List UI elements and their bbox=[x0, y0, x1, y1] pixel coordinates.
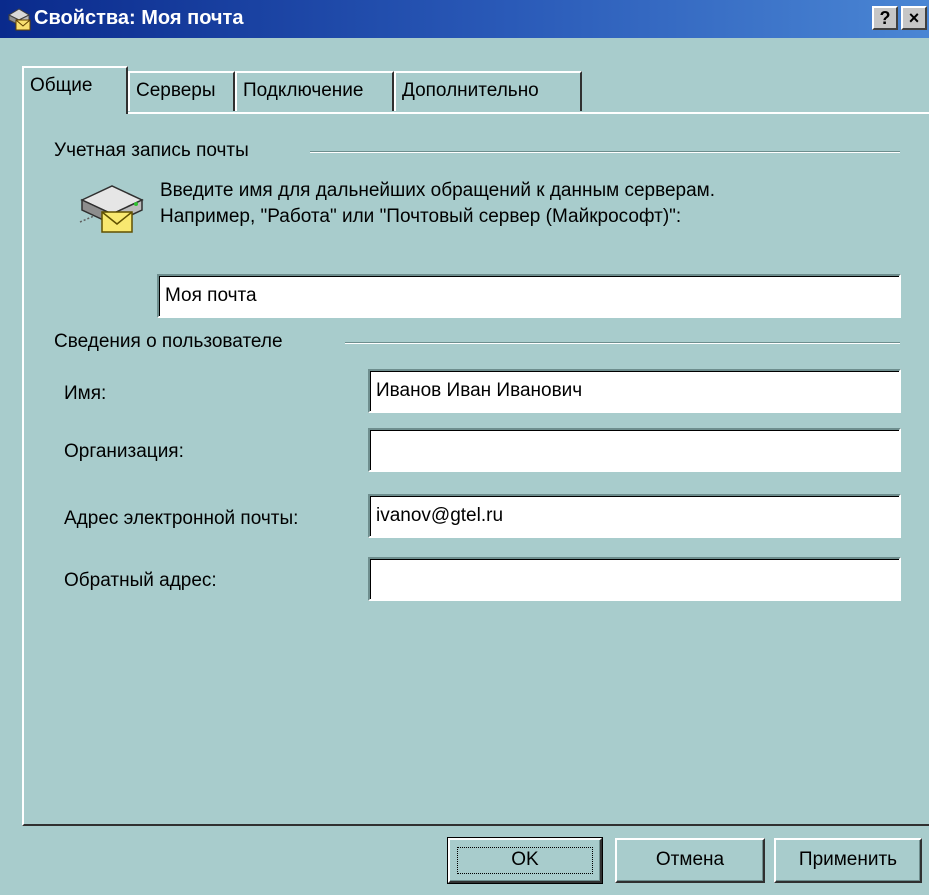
account-description: Введите имя для дальнейших обращений к д… bbox=[160, 178, 715, 230]
ok-button-label: OK bbox=[511, 849, 539, 870]
user-group-rule bbox=[345, 342, 900, 344]
description-line-2: Например, "Работа" или "Почтовый сервер … bbox=[160, 206, 682, 227]
reply-address-label: Обратный адрес: bbox=[64, 570, 217, 591]
account-name-input[interactable] bbox=[157, 274, 901, 318]
email-label: Адрес электронной почты: bbox=[64, 508, 299, 529]
reply-address-input[interactable] bbox=[368, 557, 901, 601]
tab-advanced[interactable]: Дополнительно bbox=[394, 71, 582, 111]
tab-connection[interactable]: Подключение bbox=[235, 71, 394, 111]
ok-button[interactable]: OK bbox=[447, 837, 603, 884]
description-line-1: Введите имя для дальнейших обращений к д… bbox=[160, 180, 716, 201]
tab-general-label: Общие bbox=[30, 75, 93, 96]
apply-button-label: Применить bbox=[798, 849, 898, 870]
mail-properties-icon bbox=[7, 8, 31, 31]
tab-servers-label: Серверы bbox=[136, 80, 216, 101]
help-button[interactable]: ? bbox=[872, 6, 898, 30]
email-input[interactable] bbox=[368, 494, 901, 538]
name-label: Имя: bbox=[64, 383, 107, 404]
organization-label: Организация: bbox=[64, 441, 184, 462]
tab-general[interactable]: Общие bbox=[22, 66, 128, 114]
cancel-button-label: Отмена bbox=[655, 849, 725, 870]
tab-connection-label: Подключение bbox=[243, 80, 364, 101]
cancel-button[interactable]: Отмена bbox=[615, 838, 765, 883]
mail-server-icon bbox=[79, 185, 144, 233]
window-title: Свойства: Моя почта bbox=[34, 7, 244, 29]
apply-button[interactable]: Применить bbox=[774, 838, 922, 883]
organization-input[interactable] bbox=[368, 428, 901, 472]
tab-servers[interactable]: Серверы bbox=[128, 71, 235, 111]
account-group-label: Учетная запись почты bbox=[54, 140, 253, 162]
title-bar: Свойства: Моя почта ? × bbox=[0, 0, 929, 38]
user-group-label: Сведения о пользователе bbox=[54, 331, 287, 353]
close-button[interactable]: × bbox=[901, 6, 927, 30]
account-group-rule bbox=[310, 151, 900, 153]
tab-advanced-label: Дополнительно bbox=[402, 80, 539, 101]
name-input[interactable] bbox=[368, 369, 901, 413]
